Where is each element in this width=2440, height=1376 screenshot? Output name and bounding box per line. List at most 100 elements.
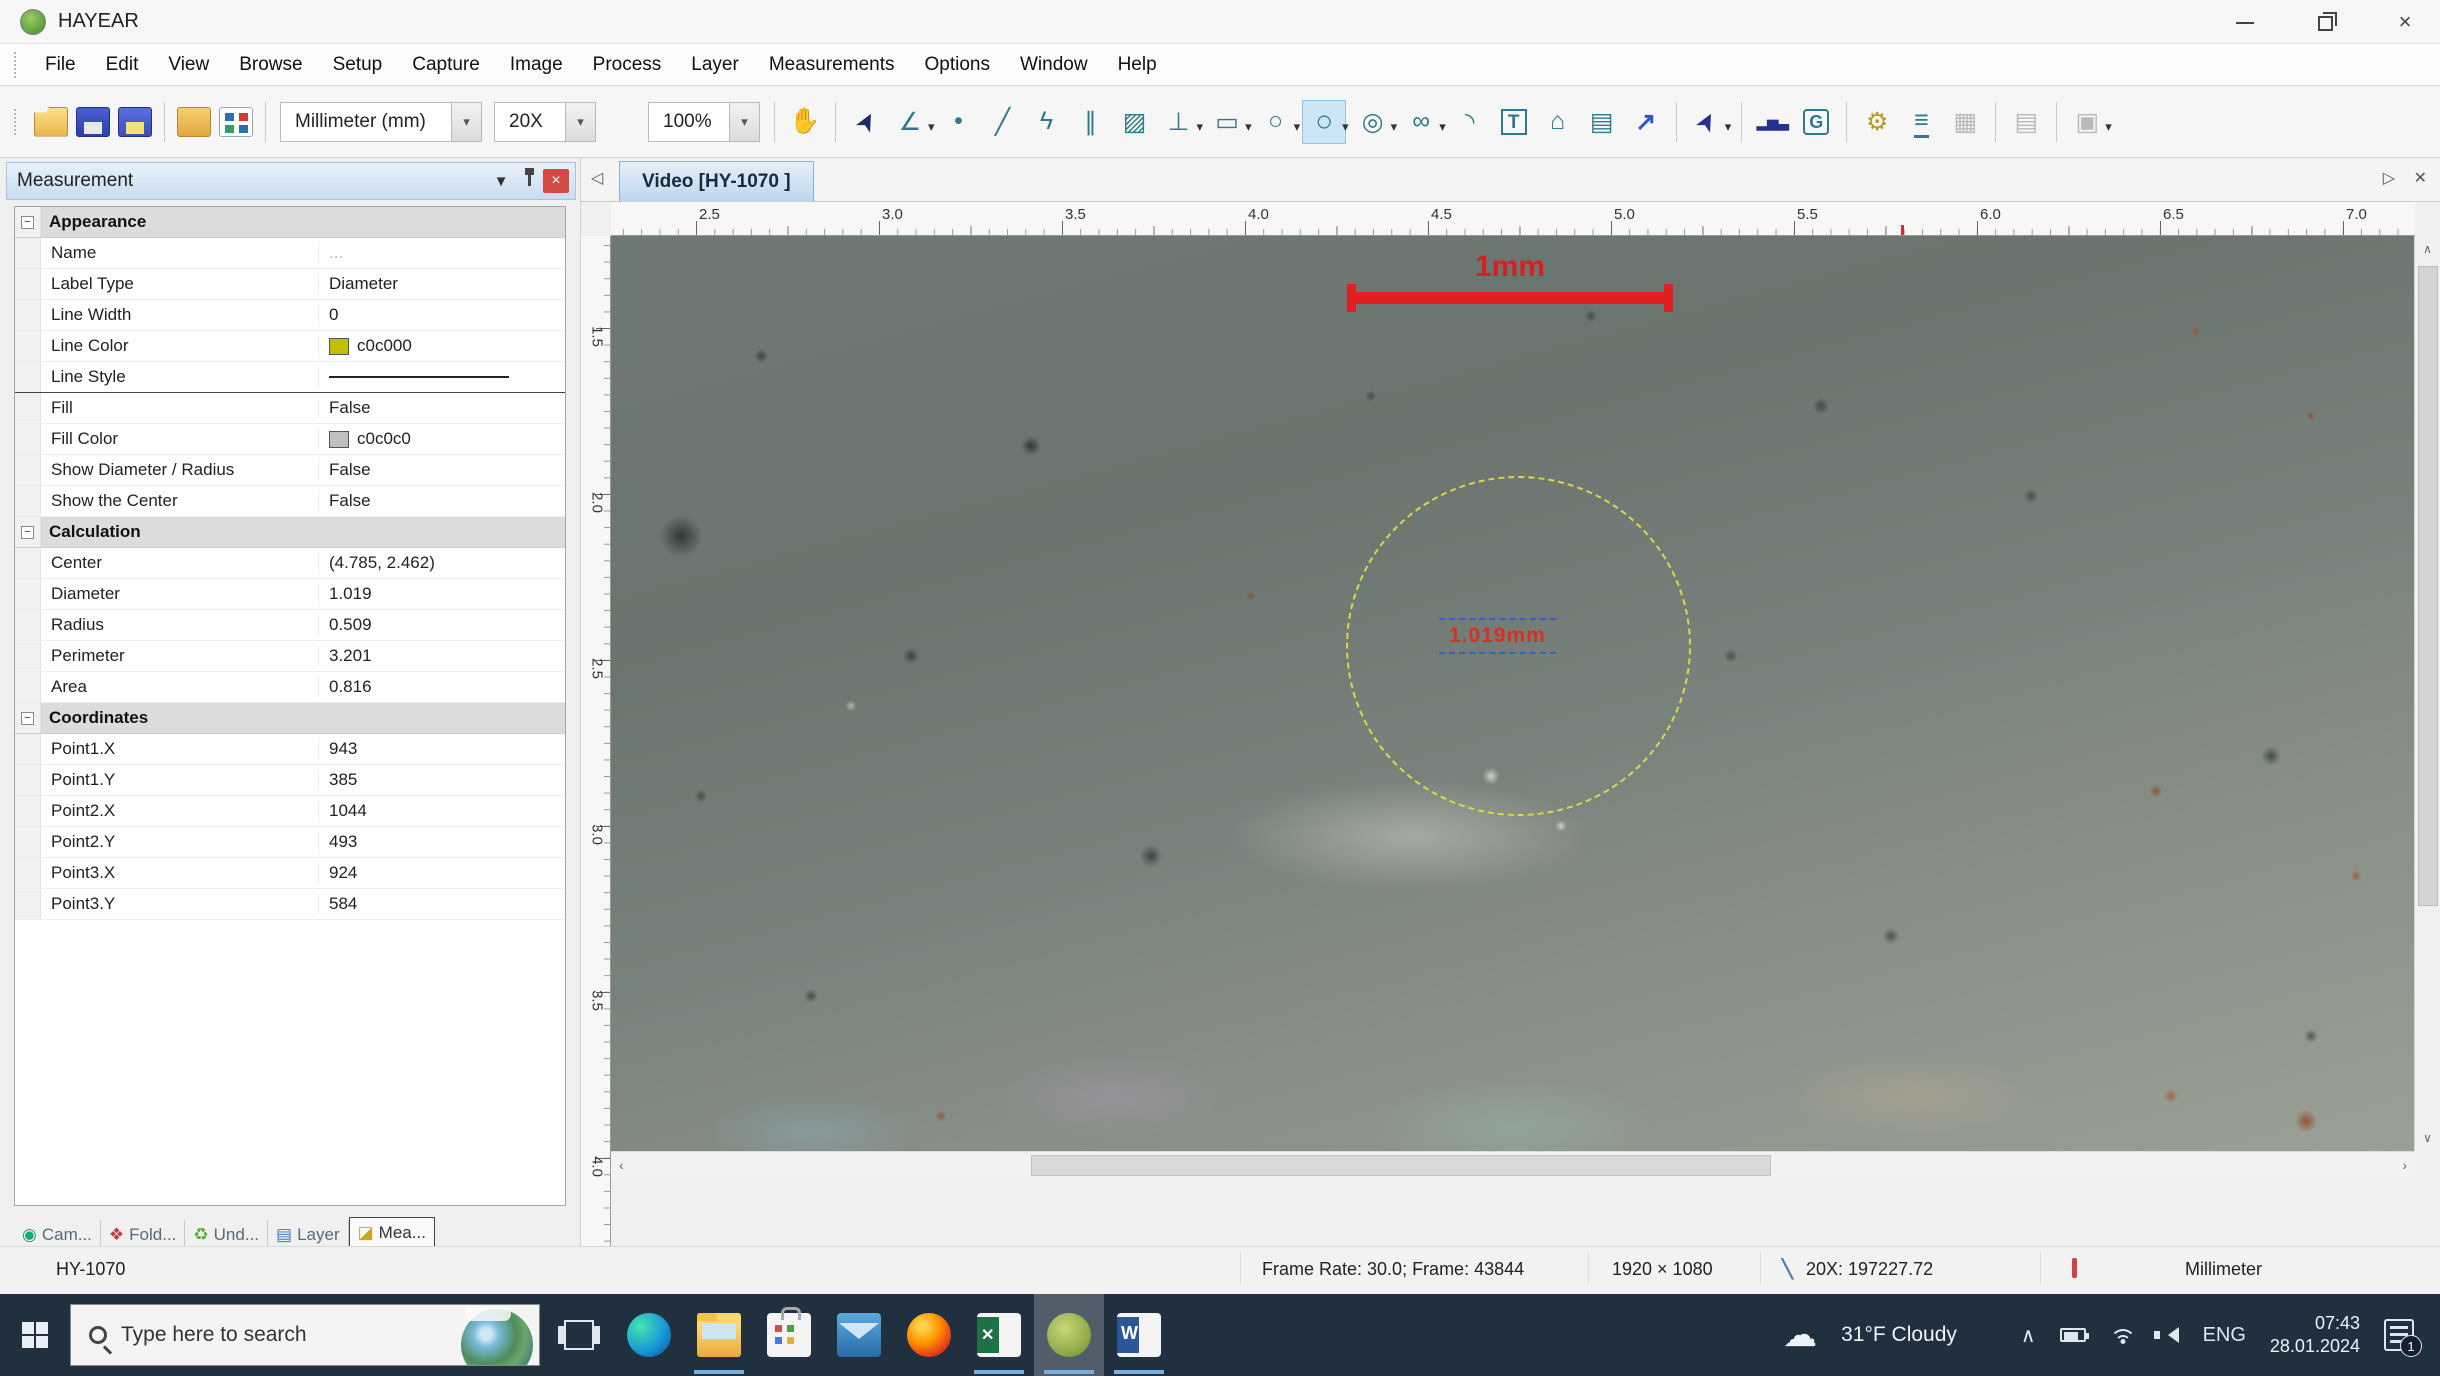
prop-row-perimeter[interactable]: Perimeter3.201 <box>15 641 565 672</box>
menu-capture[interactable]: Capture <box>397 48 495 82</box>
restore-button[interactable] <box>2290 0 2360 44</box>
language-indicator[interactable]: ENG <box>2203 1324 2246 1347</box>
weather-cloud-icon[interactable]: ☁ <box>1783 1315 1817 1355</box>
taskbar-firefox[interactable] <box>894 1294 964 1376</box>
minimize-button[interactable] <box>2210 0 2280 44</box>
taskbar-hayear[interactable] <box>1034 1294 1104 1376</box>
prop-row-label-type[interactable]: Label TypeDiameter <box>15 269 565 300</box>
group-coordinates[interactable]: Coordinates <box>15 703 565 734</box>
select-tool[interactable]: ➤ <box>844 100 888 144</box>
prop-row-point2x[interactable]: Point2.X1044 <box>15 796 565 827</box>
prop-row-point3y[interactable]: Point3.Y584 <box>15 889 565 920</box>
menu-edit[interactable]: Edit <box>91 48 154 82</box>
save-icon[interactable] <box>76 107 110 137</box>
settings-tool[interactable]: ⚙ <box>1855 100 1899 144</box>
taskbar-excel[interactable] <box>964 1294 1034 1376</box>
text-tool[interactable]: T <box>1492 100 1536 144</box>
grid-tool[interactable]: G <box>1794 100 1838 144</box>
prop-row-name[interactable]: Name... <box>15 238 565 269</box>
microscope-video-canvas[interactable]: 1mm 1.019mm <box>611 236 2415 1151</box>
prop-row-line-width[interactable]: Line Width0 <box>15 300 565 331</box>
chevron-down-icon[interactable]: ▾ <box>451 103 481 141</box>
chevron-down-icon[interactable]: ▾ <box>1245 119 1252 135</box>
save-as-icon[interactable] <box>118 107 152 137</box>
histogram-tool[interactable]: ▂▅▃ <box>1750 100 1794 144</box>
zoom-dropdown[interactable]: 100% ▾ <box>648 102 760 142</box>
prop-row-line-style[interactable]: Line Style <box>15 362 565 393</box>
panel-menu-icon[interactable]: ▼ <box>487 173 515 190</box>
arrow-tool[interactable]: ↗ <box>1624 100 1668 144</box>
menu-browse[interactable]: Browse <box>224 48 317 82</box>
hidden-icons-chevron[interactable]: ∧ <box>2021 1323 2036 1348</box>
menu-image[interactable]: Image <box>495 48 578 82</box>
annotation-select-tool[interactable]: ➤ <box>1685 100 1729 144</box>
notifications-icon[interactable]: 1 <box>2384 1319 2414 1351</box>
prop-row-show-diameter[interactable]: Show Diameter / RadiusFalse <box>15 455 565 486</box>
prop-row-fill[interactable]: FillFalse <box>15 393 565 424</box>
vertical-scrollbar[interactable]: ∧ ∨ <box>2414 236 2440 1151</box>
taskbar-store[interactable] <box>754 1294 824 1376</box>
measurement-value-label[interactable]: 1.019mm <box>1439 618 1556 654</box>
polygon-tool[interactable]: ⌂ <box>1536 100 1580 144</box>
group-calculation[interactable]: Calculation <box>15 517 565 548</box>
menu-window[interactable]: Window <box>1005 48 1103 82</box>
chevron-down-icon[interactable]: ▾ <box>1439 119 1446 135</box>
chevron-down-icon[interactable]: ▾ <box>1725 119 1732 135</box>
prop-row-area[interactable]: Area0.816 <box>15 672 565 703</box>
panel-close-icon[interactable]: × <box>543 169 569 193</box>
scroll-down-icon[interactable]: ∨ <box>2415 1131 2440 1145</box>
start-button[interactable] <box>0 1294 70 1376</box>
prop-row-line-color[interactable]: Line Colorc0c000 <box>15 331 565 362</box>
menu-help[interactable]: Help <box>1103 48 1172 82</box>
three-point-circle-tool[interactable]: ◎ <box>1351 100 1395 144</box>
chevron-down-icon[interactable]: ▾ <box>565 103 595 141</box>
menu-options[interactable]: Options <box>910 48 1005 82</box>
task-view-button[interactable] <box>544 1294 614 1376</box>
ellipse-tool[interactable]: ○ <box>1254 100 1298 144</box>
chevron-down-icon[interactable]: ▾ <box>1391 119 1398 135</box>
hatch-tool[interactable]: ▨ <box>1113 100 1157 144</box>
collapse-icon[interactable] <box>21 526 34 539</box>
prop-row-diameter[interactable]: Diameter1.019 <box>15 579 565 610</box>
perpendicular-tool[interactable]: ⊥ <box>1157 100 1201 144</box>
prop-row-point1y[interactable]: Point1.Y385 <box>15 765 565 796</box>
menu-layer[interactable]: Layer <box>676 48 754 82</box>
menu-file[interactable]: File <box>30 48 91 82</box>
chevron-down-icon[interactable]: ▾ <box>1197 119 1204 135</box>
taskbar-edge[interactable] <box>614 1294 684 1376</box>
menu-process[interactable]: Process <box>578 48 677 82</box>
chevron-down-icon[interactable]: ▾ <box>2105 119 2112 135</box>
browse-folder-icon[interactable] <box>177 107 211 137</box>
polyline-tool[interactable]: ϟ <box>1025 100 1069 144</box>
caliper-tool[interactable]: ▤ <box>1580 100 1624 144</box>
flatten-tool[interactable]: ≡ <box>1899 100 1943 144</box>
prop-row-point3x[interactable]: Point3.X924 <box>15 858 565 889</box>
horizontal-scroll-thumb[interactable] <box>1031 1155 1771 1176</box>
circle-tool[interactable]: ○ <box>1302 100 1346 144</box>
parallel-tool[interactable]: ∥ <box>1069 100 1113 144</box>
taskbar-file-explorer[interactable] <box>684 1294 754 1376</box>
tab-scroll-left-icon[interactable]: ◁ <box>591 168 603 188</box>
rectangle-tool[interactable]: ▭ <box>1205 100 1249 144</box>
prop-row-point1x[interactable]: Point1.X943 <box>15 734 565 765</box>
tab-scroll-right-icon[interactable]: ▷ <box>2383 168 2395 188</box>
prop-row-point2y[interactable]: Point2.Y493 <box>15 827 565 858</box>
connector-tool[interactable]: ∞ <box>1399 100 1443 144</box>
close-button[interactable]: × <box>2370 0 2440 44</box>
clock[interactable]: 07:43 28.01.2024 <box>2270 1312 2360 1359</box>
layout-grid-icon[interactable] <box>219 107 253 137</box>
chevron-down-icon[interactable]: ▾ <box>928 119 935 135</box>
magnification-dropdown[interactable]: 20X ▾ <box>494 102 596 142</box>
arc-tool[interactable]: ◝ <box>1448 100 1492 144</box>
scroll-up-icon[interactable]: ∧ <box>2415 242 2440 256</box>
wifi-icon[interactable] <box>2110 1325 2136 1345</box>
chevron-down-icon[interactable]: ▾ <box>1342 119 1349 135</box>
volume-icon[interactable] <box>2160 1327 2179 1343</box>
line-tool[interactable]: ╱ <box>981 100 1025 144</box>
prop-row-show-center[interactable]: Show the CenterFalse <box>15 486 565 517</box>
collapse-icon[interactable] <box>21 712 34 725</box>
angle-tool[interactable]: ∠ <box>888 100 932 144</box>
pan-tool[interactable]: ✋ <box>783 100 827 144</box>
scroll-left-icon[interactable]: ‹ <box>619 1157 624 1173</box>
taskbar-mail[interactable] <box>824 1294 894 1376</box>
